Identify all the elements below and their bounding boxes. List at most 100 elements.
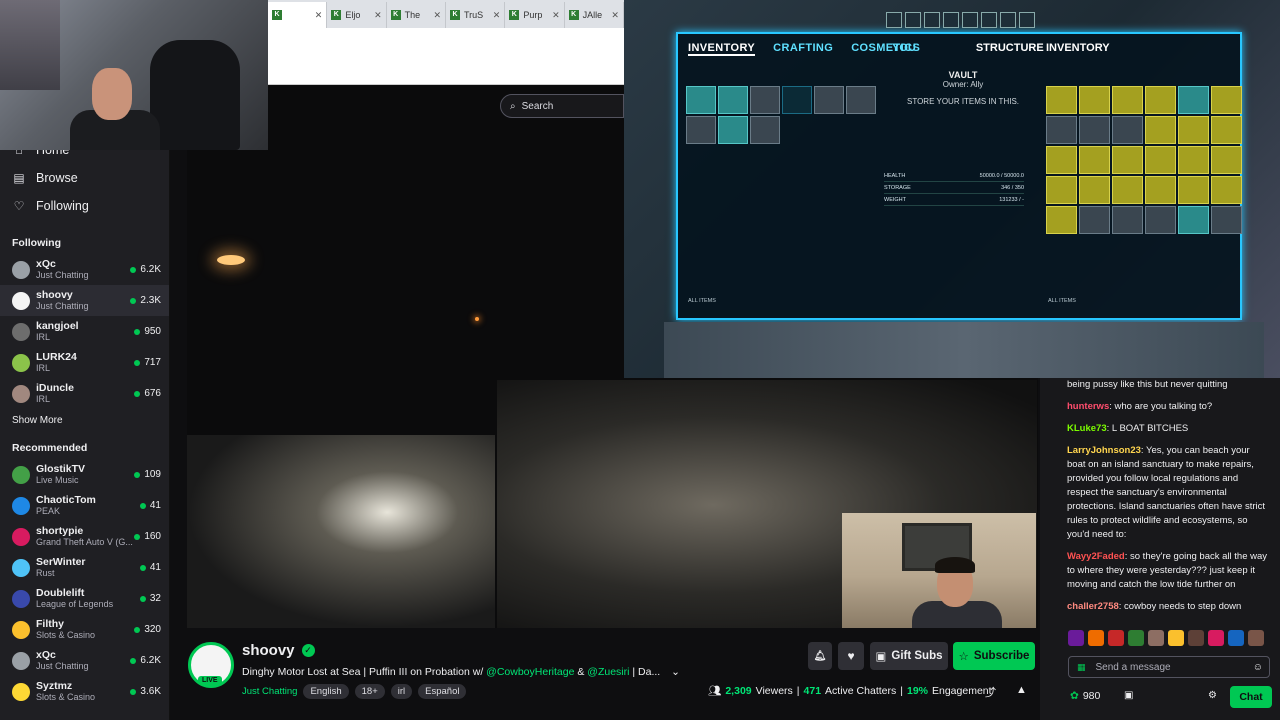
vault-slot[interactable] <box>1112 86 1143 114</box>
vault-slot[interactable] <box>1178 206 1209 234</box>
emote-picker-icon[interactable]: ☺ <box>1253 662 1263 673</box>
browser-tab[interactable]: K ✕ <box>268 2 328 28</box>
channel-row[interactable]: shortypie Grand Theft Auto V (G... 160 <box>0 521 169 552</box>
emote-icon[interactable] <box>1188 630 1204 646</box>
channel-row[interactable]: LURK24 IRL 717 <box>0 347 169 378</box>
nav-browse[interactable]: ▤ Browse <box>0 164 169 192</box>
vault-slot[interactable] <box>1079 116 1110 144</box>
follow-button[interactable]: ♥ <box>838 642 864 670</box>
channel-points[interactable]: ✿ 980 <box>1070 690 1100 702</box>
dock-icon[interactable] <box>962 12 978 28</box>
vault-slot[interactable] <box>1079 176 1110 204</box>
vault-slot[interactable] <box>1145 206 1176 234</box>
emote-icon[interactable] <box>1128 630 1144 646</box>
emote-icon[interactable] <box>1148 630 1164 646</box>
vault-slot[interactable] <box>1211 86 1242 114</box>
dock-icon[interactable] <box>905 12 921 28</box>
chat-input[interactable]: ▦ Send a message ☺ <box>1068 656 1270 678</box>
vault-slot[interactable] <box>1046 206 1077 234</box>
vault-slot[interactable] <box>1178 86 1209 114</box>
dock-icon[interactable] <box>943 12 959 28</box>
vault-slot[interactable] <box>1178 116 1209 144</box>
channel-row[interactable]: shoovy Just Chatting 2.3K <box>0 285 169 316</box>
emote-icon[interactable] <box>1108 630 1124 646</box>
vault-slot[interactable] <box>1046 176 1077 204</box>
vault-slot[interactable] <box>1079 146 1110 174</box>
gift-subs-button[interactable]: ▣ Gift Subs <box>870 642 948 670</box>
search-input[interactable]: ⌕ Search <box>500 94 624 118</box>
emote-icon[interactable] <box>1248 630 1264 646</box>
tab-inventory[interactable]: INVENTORY <box>688 42 756 56</box>
category-link[interactable]: Just Chatting <box>242 686 297 697</box>
inventory-slot[interactable] <box>718 116 748 144</box>
all-items-filter-left[interactable]: ALL ITEMS <box>688 298 716 304</box>
tab-crafting[interactable]: CRAFTING <box>773 42 833 56</box>
vault-slot[interactable] <box>1145 86 1176 114</box>
gift-icon[interactable]: ▣ <box>1124 690 1133 701</box>
inventory-slot[interactable] <box>750 116 780 144</box>
channel-name[interactable]: shoovy <box>242 642 295 659</box>
emote-icon[interactable] <box>1068 630 1084 646</box>
inventory-slot[interactable] <box>814 86 844 114</box>
close-icon[interactable]: ✕ <box>433 10 441 21</box>
tag-irl[interactable]: irl <box>390 684 413 699</box>
share-icon[interactable]: ⤴ <box>985 684 996 700</box>
inventory-slot[interactable] <box>718 86 748 114</box>
vault-slot[interactable] <box>1112 146 1143 174</box>
vault-slot[interactable] <box>1112 116 1143 144</box>
close-icon[interactable]: ✕ <box>315 10 323 21</box>
channel-row[interactable]: SerWinter Rust 41 <box>0 552 169 583</box>
channel-row[interactable]: iDuncle IRL 676 <box>0 378 169 409</box>
chat-username[interactable]: hunterws <box>1067 401 1109 412</box>
vault-slot[interactable] <box>1178 146 1209 174</box>
tag-18plus[interactable]: 18+ <box>354 684 385 699</box>
vault-slot[interactable] <box>1211 206 1242 234</box>
browser-tab[interactable]: K Purp ✕ <box>505 2 565 28</box>
close-icon[interactable]: ✕ <box>493 10 501 21</box>
browser-tab[interactable]: K JAlle ✕ <box>565 2 624 28</box>
dock-icon[interactable] <box>981 12 997 28</box>
vault-slot[interactable] <box>1079 86 1110 114</box>
chat-username[interactable]: challer2758 <box>1067 601 1119 612</box>
emote-icon[interactable] <box>1168 630 1184 646</box>
close-icon[interactable]: ✕ <box>374 10 382 21</box>
emote-icon[interactable] <box>1208 630 1224 646</box>
vault-slot[interactable] <box>1178 176 1209 204</box>
vault-slot[interactable] <box>1046 86 1077 114</box>
vault-slot[interactable] <box>1046 116 1077 144</box>
chat-username[interactable]: LarryJohnson23 <box>1067 445 1141 456</box>
inventory-slot[interactable] <box>846 86 876 114</box>
gear-icon[interactable]: ⚙ <box>1208 690 1217 701</box>
tab-inventory-right[interactable]: INVENTORY <box>1046 42 1110 54</box>
tag-english[interactable]: English <box>303 684 349 699</box>
channel-row[interactable]: xQc Just Chatting 6.2K <box>0 254 169 285</box>
browser-tab[interactable]: K Eljo ✕ <box>327 2 387 28</box>
inventory-slot[interactable] <box>750 86 780 114</box>
dock-icon[interactable] <box>1000 12 1016 28</box>
chat-send-button[interactable]: Chat <box>1230 686 1272 708</box>
emote-icon[interactable] <box>1228 630 1244 646</box>
inventory-slot[interactable] <box>686 86 716 114</box>
vault-slot[interactable] <box>1211 116 1242 144</box>
tag-espanol[interactable]: Español <box>418 684 467 699</box>
inventory-slot[interactable] <box>782 86 812 114</box>
channel-row[interactable]: xQc Just Chatting 6.2K <box>0 645 169 676</box>
chat-username[interactable]: Wayy2Faded <box>1067 551 1125 562</box>
nav-following[interactable]: ♡ Following <box>0 192 169 220</box>
channel-row[interactable]: GlostikTV Live Music 109 <box>0 459 169 490</box>
close-icon[interactable]: ✕ <box>611 10 619 21</box>
show-more-link[interactable]: Show More <box>0 409 169 431</box>
mention-link[interactable]: @Zuesiri <box>587 666 629 678</box>
tab-you[interactable]: YOU <box>892 42 916 54</box>
expand-chevron-icon[interactable]: ⌄ <box>671 666 680 678</box>
channel-row[interactable]: Syztmz Slots & Casino 3.6K <box>0 676 169 707</box>
dock-icon[interactable] <box>886 12 902 28</box>
vault-slot[interactable] <box>1046 146 1077 174</box>
dock-icon[interactable] <box>1019 12 1035 28</box>
emote-icon[interactable] <box>1088 630 1104 646</box>
browser-tab[interactable]: K The ✕ <box>387 2 446 28</box>
vault-slot[interactable] <box>1211 146 1242 174</box>
tab-structure[interactable]: STRUCTURE <box>976 42 1044 54</box>
channel-row[interactable]: Filthy Slots & Casino 320 <box>0 614 169 645</box>
dock-icon[interactable] <box>924 12 940 28</box>
